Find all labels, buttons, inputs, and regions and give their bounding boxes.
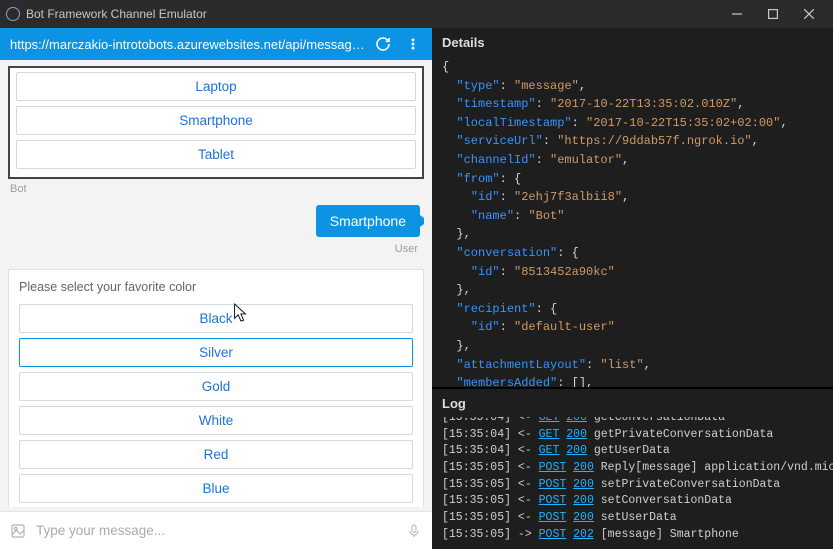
option-silver[interactable]: Silver — [19, 338, 413, 367]
sender-label-user: User — [8, 243, 418, 255]
minimize-button[interactable] — [719, 0, 755, 28]
details-header: Details — [432, 28, 833, 56]
user-message-bubble[interactable]: Smartphone — [316, 205, 420, 237]
close-button[interactable] — [791, 0, 827, 28]
chat-scroll[interactable]: Laptop Smartphone Tablet Bot Smartphone … — [8, 60, 424, 507]
emulator-right-pane: Details { "type": "message", "timestamp"… — [432, 28, 833, 549]
message-input[interactable] — [36, 523, 404, 538]
maximize-button[interactable] — [755, 0, 791, 28]
details-json[interactable]: { "type": "message", "timestamp": "2017-… — [432, 56, 833, 387]
compose-bar — [0, 511, 432, 549]
menu-dots-button[interactable] — [400, 31, 426, 57]
option-red[interactable]: Red — [19, 440, 413, 469]
emulator-left-pane: https://marczakio-introtobots.azurewebsi… — [0, 28, 432, 549]
hero-card-color: Please select your favorite color Black … — [8, 269, 424, 507]
address-url[interactable]: https://marczakio-introtobots.azurewebsi… — [10, 37, 370, 52]
hero-card-device: Laptop Smartphone Tablet — [8, 66, 424, 179]
attach-icon[interactable] — [8, 521, 28, 541]
address-bar: https://marczakio-introtobots.azurewebsi… — [0, 28, 432, 60]
sender-label-bot: Bot — [10, 183, 424, 195]
details-title: Details — [442, 35, 485, 50]
option-black[interactable]: Black — [19, 304, 413, 333]
log-body[interactable]: [15:35:02] <- POST 200 setUserData [15:3… — [432, 417, 833, 549]
option-blue[interactable]: Blue — [19, 474, 413, 503]
log-panel: Log ⋮ [15:35:02] <- POST 200 setUserData… — [432, 387, 833, 549]
option-tablet[interactable]: Tablet — [16, 140, 416, 169]
option-smartphone[interactable]: Smartphone — [16, 106, 416, 135]
chat-area: Laptop Smartphone Tablet Bot Smartphone … — [0, 60, 432, 511]
app-title: Bot Framework Channel Emulator — [26, 7, 719, 21]
hero-card-prompt: Please select your favorite color — [19, 280, 413, 294]
log-header: Log ⋮ — [432, 389, 833, 417]
user-message-row: Smartphone — [8, 205, 424, 237]
titlebar: Bot Framework Channel Emulator — [0, 0, 833, 28]
option-laptop[interactable]: Laptop — [16, 72, 416, 101]
log-title: Log — [442, 396, 466, 411]
option-gold[interactable]: Gold — [19, 372, 413, 401]
refresh-button[interactable] — [370, 31, 396, 57]
option-white[interactable]: White — [19, 406, 413, 435]
microphone-icon[interactable] — [404, 521, 424, 541]
app-icon — [6, 7, 20, 21]
